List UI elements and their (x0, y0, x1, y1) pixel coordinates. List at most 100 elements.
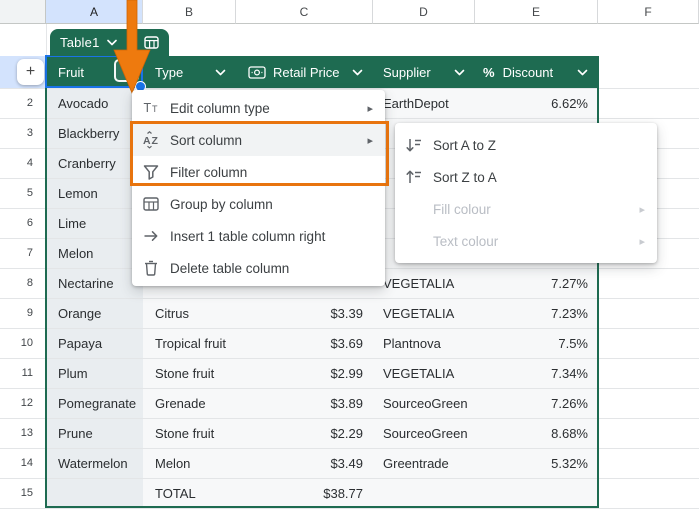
cell-fruit[interactable]: Melon (46, 239, 143, 269)
column-header-A[interactable]: A (46, 0, 143, 24)
select-all-corner[interactable] (0, 0, 46, 24)
table-name-chip[interactable]: Table1 (50, 29, 169, 56)
column-header-strip: A B C D E F (0, 0, 699, 24)
cell-fruit[interactable]: Avocado (46, 89, 143, 119)
row-number[interactable]: 4 (0, 149, 46, 179)
row-number[interactable]: 11 (0, 359, 46, 389)
cell-type[interactable]: Tropical fruit (143, 329, 236, 359)
column-header-B[interactable]: B (143, 0, 236, 24)
cell-supplier[interactable] (373, 479, 475, 509)
row-number[interactable]: 10 (0, 329, 46, 359)
cell-discount[interactable]: 5.32% (475, 449, 598, 479)
menu-item-insert-column-right[interactable]: Insert 1 table column right (132, 220, 385, 252)
column-header-F[interactable]: F (598, 0, 699, 24)
cell-discount[interactable]: 7.34% (475, 359, 598, 389)
table-header-discount[interactable]: % Discount (475, 56, 598, 88)
chevron-down-icon[interactable] (352, 69, 363, 76)
cell-fruit[interactable]: Lemon (46, 179, 143, 209)
cell-price[interactable]: $3.89 (236, 389, 373, 419)
cell-price[interactable]: $3.49 (236, 449, 373, 479)
cell-fruit[interactable]: Prune (46, 419, 143, 449)
cell-fruit[interactable]: Plum (46, 359, 143, 389)
cell-outside[interactable] (598, 329, 699, 359)
cell-supplier[interactable]: VEGETALIA (373, 359, 475, 389)
row-number[interactable]: 3 (0, 119, 46, 149)
cell-type[interactable]: Melon (143, 449, 236, 479)
cell-type[interactable]: Grenade (143, 389, 236, 419)
cell-outside[interactable] (598, 299, 699, 329)
menu-item-edit-column-type[interactable]: TT Edit column type ▸ (132, 92, 385, 124)
cell-discount[interactable]: 6.62% (475, 89, 598, 119)
cell-price[interactable]: $2.99 (236, 359, 373, 389)
cell-outside[interactable] (598, 269, 699, 299)
menu-item-filter-column[interactable]: Filter column (132, 156, 385, 188)
cell-fruit[interactable]: Lime (46, 209, 143, 239)
cell-type[interactable]: TOTAL (143, 479, 236, 509)
row-number[interactable]: 6 (0, 209, 46, 239)
submenu-arrow-icon: ▸ (367, 134, 373, 147)
cell-discount[interactable]: 7.5% (475, 329, 598, 359)
group-by-column-icon (142, 195, 160, 213)
cell-fruit[interactable]: Cranberry (46, 149, 143, 179)
table-grid-icon[interactable] (143, 36, 159, 49)
cell-discount[interactable] (475, 479, 598, 509)
cell-price[interactable]: $3.39 (236, 299, 373, 329)
cell-discount[interactable]: 7.27% (475, 269, 598, 299)
cell-outside[interactable] (598, 419, 699, 449)
cell-outside[interactable] (598, 359, 699, 389)
cell-fruit[interactable]: Orange (46, 299, 143, 329)
submenu-item-sort-z-to-a[interactable]: Sort Z to A (395, 161, 657, 193)
table-header-retail-price[interactable]: Retail Price (236, 56, 373, 88)
cell-type[interactable]: Citrus (143, 299, 236, 329)
row-number[interactable]: 9 (0, 299, 46, 329)
table-header-type[interactable]: Type (143, 56, 236, 88)
row-number[interactable]: 7 (0, 239, 46, 269)
cell-outside[interactable] (598, 449, 699, 479)
column-header-D[interactable]: D (373, 0, 475, 24)
submenu-item-sort-a-to-z[interactable]: Sort A to Z (395, 129, 657, 161)
cell-price[interactable]: $38.77 (236, 479, 373, 509)
cell-discount[interactable]: 8.68% (475, 419, 598, 449)
cell-type[interactable]: Stone fruit (143, 419, 236, 449)
cell-supplier[interactable]: EarthDepot (373, 89, 475, 119)
cell-price[interactable]: $2.29 (236, 419, 373, 449)
cell-type[interactable]: Stone fruit (143, 359, 236, 389)
row-number[interactable]: 14 (0, 449, 46, 479)
menu-item-delete-column[interactable]: Delete table column (132, 252, 385, 284)
row-number[interactable]: 5 (0, 179, 46, 209)
chevron-down-icon[interactable] (454, 69, 465, 76)
chevron-down-icon[interactable] (106, 39, 117, 46)
cell-supplier[interactable]: VEGETALIA (373, 269, 475, 299)
cell-fruit[interactable]: Pomegranate (46, 389, 143, 419)
column-header-C[interactable]: C (236, 0, 373, 24)
column-header-E[interactable]: E (475, 0, 598, 24)
table-header-supplier[interactable]: Supplier (373, 56, 475, 88)
row-number[interactable]: 13 (0, 419, 46, 449)
cell-price[interactable]: $3.69 (236, 329, 373, 359)
fruit-column-dropdown-button[interactable] (114, 59, 139, 82)
cell-supplier[interactable]: Greentrade (373, 449, 475, 479)
cell-outside[interactable] (598, 89, 699, 119)
cell-fruit[interactable]: Nectarine (46, 269, 143, 299)
cell-fruit[interactable] (46, 479, 143, 509)
row-number[interactable]: 8 (0, 269, 46, 299)
cell-supplier[interactable]: SourceoGreen (373, 389, 475, 419)
cell-supplier[interactable]: SourceoGreen (373, 419, 475, 449)
cell-outside[interactable] (598, 389, 699, 419)
row-number[interactable]: 2 (0, 89, 46, 119)
menu-item-group-by-column[interactable]: Group by column (132, 188, 385, 220)
cell-discount[interactable]: 7.26% (475, 389, 598, 419)
row-number[interactable]: 12 (0, 389, 46, 419)
cell-fruit[interactable]: Watermelon (46, 449, 143, 479)
chevron-down-icon[interactable] (215, 69, 226, 76)
cell-supplier[interactable]: Plantnova (373, 329, 475, 359)
add-button[interactable]: + (17, 59, 44, 85)
cell-fruit[interactable]: Blackberry (46, 119, 143, 149)
cell-fruit[interactable]: Papaya (46, 329, 143, 359)
cell-outside[interactable] (598, 479, 699, 509)
cell-supplier[interactable]: VEGETALIA (373, 299, 475, 329)
cell-discount[interactable]: 7.23% (475, 299, 598, 329)
menu-item-sort-column[interactable]: AZ Sort column ▸ (132, 124, 385, 156)
row-number[interactable]: 15 (0, 479, 46, 509)
chevron-down-icon[interactable] (577, 69, 588, 76)
